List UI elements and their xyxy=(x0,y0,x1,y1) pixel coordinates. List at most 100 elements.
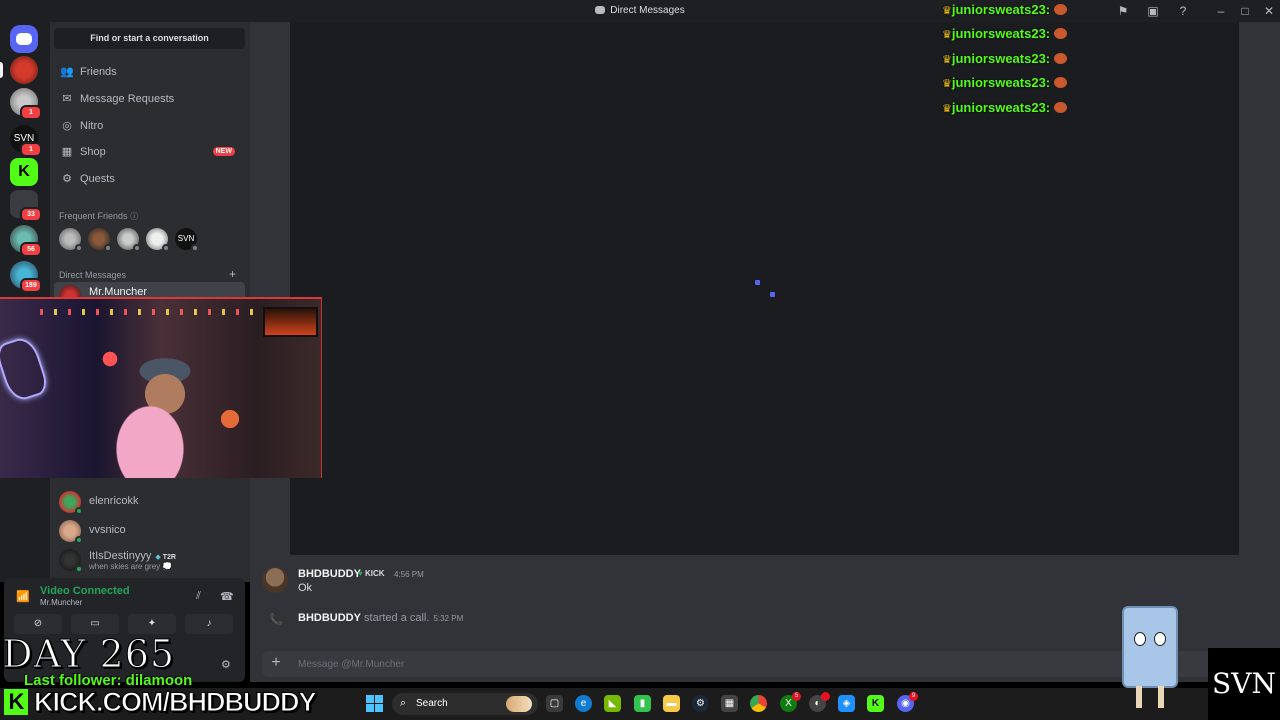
help-icon[interactable]: ? xyxy=(1176,4,1190,18)
frequent-friend-avatar[interactable] xyxy=(59,228,83,252)
voice-status[interactable]: Video Connected xyxy=(40,585,130,597)
signal-icon: 📶 xyxy=(16,591,30,603)
soundboard-button[interactable]: ♪ xyxy=(185,614,233,634)
nav-label: Friends xyxy=(80,66,117,78)
stream-chat-line: ♛juniorsweats23: xyxy=(942,100,1102,124)
maximize-icon[interactable]: □ xyxy=(1238,4,1252,18)
loading-indicator xyxy=(770,292,775,297)
message-input[interactable] xyxy=(298,655,1098,673)
avatar[interactable] xyxy=(262,567,288,593)
nitro-icon: ◎ xyxy=(62,120,72,132)
nvidia-icon[interactable]: ◣ xyxy=(604,695,621,712)
screen-share-button[interactable]: ▭ xyxy=(71,614,119,634)
chrome-icon[interactable] xyxy=(750,695,767,712)
dm-item[interactable]: ItIsDestinyyy ◆ T2R when skies are grey 💭 xyxy=(54,546,245,574)
webcam-feed xyxy=(0,297,322,478)
quests-icon: ⚙ xyxy=(62,173,72,185)
camera-button[interactable]: ⊘ xyxy=(14,614,62,634)
unread-badge: 1 xyxy=(20,142,42,157)
store-icon[interactable]: ▦ xyxy=(721,695,738,712)
server-icon[interactable]: 33 xyxy=(10,190,42,222)
task-view-icon[interactable]: ▢ xyxy=(546,695,563,712)
voice-channel: Mr.Muncher xyxy=(40,598,83,607)
nav-message-requests[interactable]: ✉ Message Requests xyxy=(54,87,245,111)
frequent-friend-avatar[interactable] xyxy=(88,228,112,252)
file-explorer-icon[interactable]: ▬ xyxy=(663,695,680,712)
screen-share-icon[interactable]: ▣ xyxy=(1146,4,1160,18)
frequent-friends-heading: Frequent Friends ⓘ xyxy=(59,211,139,221)
crown-icon: ♛ xyxy=(942,102,952,115)
unread-badge: 1 xyxy=(20,105,42,120)
stream-chat-line: ♛juniorsweats23: xyxy=(942,75,1102,99)
frequent-friend-avatar[interactable] xyxy=(146,228,170,252)
minimize-icon[interactable]: – xyxy=(1214,4,1228,18)
nav-quests[interactable]: ⚙ Quests xyxy=(54,167,245,191)
emote-icon xyxy=(1054,28,1068,40)
new-badge: NEW xyxy=(212,147,235,156)
server-pill xyxy=(0,62,3,78)
find-conversation-button[interactable]: Find or start a conversation xyxy=(54,28,245,49)
unread-badge: 56 xyxy=(20,242,42,257)
kick-icon[interactable]: K xyxy=(867,695,884,712)
taskbar-search[interactable]: ⌕ Search xyxy=(392,693,538,715)
nav-label: Shop xyxy=(80,146,106,158)
server-icon[interactable] xyxy=(10,56,38,84)
server-icon[interactable]: 1 xyxy=(10,88,42,120)
info-icon[interactable]: ⓘ xyxy=(130,212,138,221)
shop-icon: ▦ xyxy=(61,146,73,158)
frequent-friend-avatar[interactable] xyxy=(117,228,141,252)
nav-nitro[interactable]: ◎ Nitro xyxy=(54,114,245,138)
edge-icon[interactable]: e xyxy=(575,695,592,712)
avatar xyxy=(59,491,83,515)
main-area: BHDBUDDY ♥ KICK 4:56 PM Ok 📞 BHDBUDDY st… xyxy=(250,22,1280,682)
app-icon[interactable]: ◈ xyxy=(838,695,855,712)
guild-tag: ♥ KICK xyxy=(358,569,385,578)
frequent-friend-avatar[interactable]: SVN xyxy=(175,228,199,252)
message-author[interactable]: BHDBUDDY xyxy=(298,568,361,580)
emote-icon xyxy=(1054,77,1068,89)
close-icon[interactable]: ✕ xyxy=(1262,4,1276,18)
emote-icon xyxy=(1054,101,1068,113)
disconnect-icon[interactable]: ☎ xyxy=(220,590,234,603)
xbox-app-icon[interactable]: ▮ xyxy=(634,695,651,712)
dm-item[interactable]: vvsnico xyxy=(54,517,245,545)
avatar xyxy=(59,520,83,544)
dm-item[interactable]: elenricokk xyxy=(54,488,245,516)
crown-icon: ♛ xyxy=(942,53,952,66)
start-button[interactable] xyxy=(366,695,383,712)
crown-icon: ♛ xyxy=(942,29,952,42)
noise-suppression-icon[interactable]: ⫽ xyxy=(196,590,201,603)
camera-off-icon: ⊘ xyxy=(33,618,43,629)
steam-icon[interactable]: ⚙ xyxy=(692,695,709,712)
discord-icon xyxy=(595,6,606,14)
crown-icon: ♛ xyxy=(942,5,952,17)
neon-sign xyxy=(0,334,51,404)
notification-badge: 5 xyxy=(792,692,801,701)
app-icon[interactable]: ◐ xyxy=(809,692,830,712)
mail-icon: ✉ xyxy=(62,93,72,105)
avatar xyxy=(59,549,83,573)
add-attachment-icon[interactable]: + xyxy=(268,655,284,671)
stream-chat-line: ♛juniorsweats23: xyxy=(942,51,1102,75)
nav-label: Quests xyxy=(80,173,115,185)
xbox-icon[interactable]: X5 xyxy=(780,692,801,712)
discord-taskbar-icon[interactable]: ◉ 9 xyxy=(897,692,918,712)
heart-icon: ♥ xyxy=(358,569,363,578)
server-icon[interactable]: SVN 1 xyxy=(10,125,42,157)
settings-icon[interactable]: ⚙ xyxy=(221,658,231,671)
phone-icon: 📞 xyxy=(269,614,283,626)
nav-shop[interactable]: ▦ Shop NEW xyxy=(54,140,245,164)
server-icon[interactable]: 56 xyxy=(10,225,42,257)
channel-logo: SVN xyxy=(1208,648,1280,720)
kick-server-icon[interactable]: K xyxy=(10,158,38,186)
create-dm-icon[interactable]: + xyxy=(229,267,236,281)
activities-icon: ✦ xyxy=(147,618,157,629)
activities-button[interactable]: ✦ xyxy=(128,614,176,634)
inbox-flag-icon[interactable]: ⚑ xyxy=(1116,4,1130,18)
discord-logo-icon xyxy=(16,33,32,45)
server-icon[interactable]: 189 xyxy=(10,261,42,293)
dm-name: vvsnico xyxy=(89,524,126,536)
home-button[interactable] xyxy=(10,25,38,53)
search-icon: ⌕ xyxy=(400,697,407,709)
nav-friends[interactable]: 👥 Friends xyxy=(54,60,245,84)
